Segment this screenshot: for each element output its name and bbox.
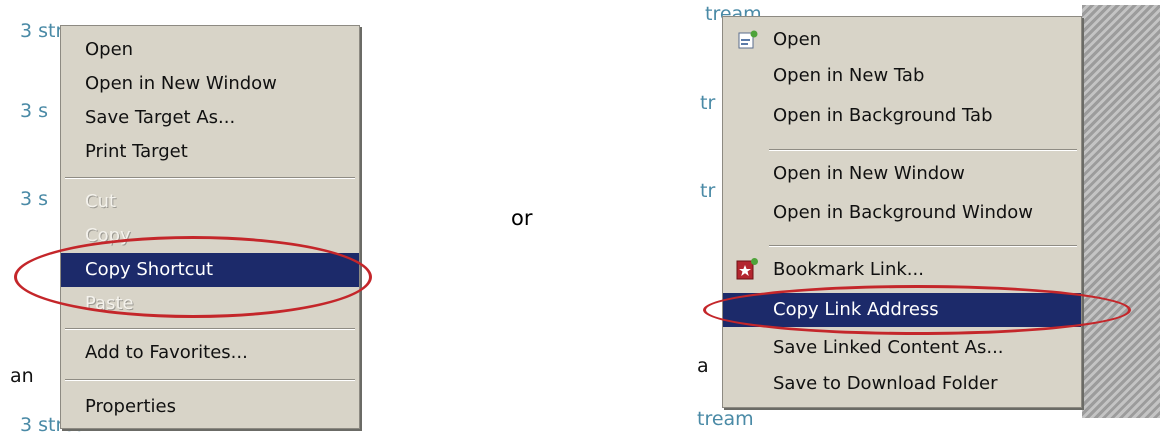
page-icon — [738, 30, 758, 49]
menu-item-label: Cut — [85, 191, 117, 212]
menu-item-label: Open in New Tab — [773, 65, 925, 86]
page-link-fragment[interactable]: 3 s — [20, 100, 48, 122]
page-text-fragment: an — [10, 365, 34, 387]
menu-item-label: Open in Background Window — [773, 202, 1034, 223]
left-context-menu: Open Open in New Window Save Target As..… — [60, 25, 360, 429]
right-context-menu: Open Open in New Tab Open in Background … — [722, 16, 1082, 408]
menu-item-save-to-download-folder[interactable]: Save to Download Folder — [723, 367, 1081, 401]
highlight-annotation-oval — [703, 285, 1131, 335]
menu-item-properties[interactable]: Properties — [61, 390, 359, 424]
bookmark-icon — [736, 258, 758, 280]
page-text-fragment: a — [697, 355, 709, 377]
menu-separator — [65, 379, 355, 381]
menu-item-save-target-as[interactable]: Save Target As... — [61, 101, 359, 135]
page-link-fragment[interactable]: tr — [700, 180, 715, 202]
menu-item-label: Save to Download Folder — [773, 373, 998, 394]
menu-item-label: Bookmark Link... — [773, 259, 924, 280]
menu-separator — [769, 245, 1077, 247]
page-link-fragment[interactable]: tream — [697, 408, 754, 430]
menu-item-save-linked-content-as[interactable]: Save Linked Content As... — [723, 331, 1081, 365]
menu-item-label: Open in New Window — [85, 73, 277, 94]
hatched-background — [1082, 5, 1160, 418]
menu-item-label: Save Linked Content As... — [773, 337, 1004, 358]
menu-item-label: Add to Favorites... — [85, 342, 248, 363]
page-link-fragment[interactable]: tr — [700, 92, 715, 114]
highlight-annotation-oval — [14, 236, 372, 318]
menu-separator — [65, 328, 355, 330]
menu-item-label: Open in New Window — [773, 163, 965, 184]
menu-item-open-new-tab[interactable]: Open in New Tab — [723, 59, 1081, 93]
menu-item-open-new-window[interactable]: Open in New Window — [723, 157, 1081, 191]
page-link-fragment[interactable]: 3 s — [20, 188, 48, 210]
menu-item-open[interactable]: Open — [723, 23, 1081, 57]
menu-item-open-background-window[interactable]: Open in Background Window — [723, 196, 1081, 230]
menu-item-label: Properties — [85, 396, 176, 417]
or-separator-text: or — [511, 206, 533, 230]
menu-item-cut: Cut — [61, 185, 359, 219]
menu-item-open[interactable]: Open — [61, 33, 359, 67]
menu-item-print-target[interactable]: Print Target — [61, 135, 359, 169]
menu-item-label: Print Target — [85, 141, 188, 162]
menu-item-add-to-favorites[interactable]: Add to Favorites... — [61, 336, 359, 370]
menu-item-open-background-tab[interactable]: Open in Background Tab — [723, 99, 1081, 133]
menu-item-label: Save Target As... — [85, 107, 236, 128]
menu-separator — [769, 149, 1077, 151]
menu-item-open-new-window[interactable]: Open in New Window — [61, 67, 359, 101]
menu-item-bookmark-link[interactable]: Bookmark Link... — [723, 253, 1081, 287]
menu-item-label: Open — [85, 39, 134, 60]
menu-item-label: Open in Background Tab — [773, 105, 993, 126]
menu-separator — [65, 177, 355, 179]
menu-item-label: Open — [773, 29, 822, 50]
